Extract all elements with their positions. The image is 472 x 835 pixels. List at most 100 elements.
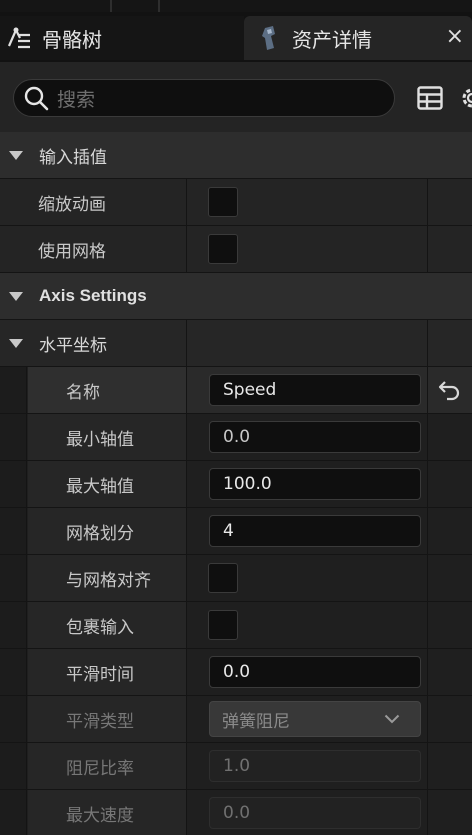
property-label: 名称 <box>66 382 100 403</box>
column-divider <box>186 414 187 460</box>
column-divider <box>427 602 428 648</box>
tab-label: 骨骼树 <box>42 27 102 52</box>
category-label: 水平坐标 <box>39 335 107 356</box>
property-row-name: 名称 Speed <box>0 367 472 414</box>
smooth-time-field[interactable]: 0.0 <box>209 656 421 688</box>
indent-gutter <box>0 696 27 742</box>
column-divider <box>186 367 187 413</box>
subcategory-horizontal[interactable]: 水平坐标 <box>0 320 472 367</box>
indent-gutter <box>0 461 27 507</box>
property-row-grid-div: 网格划分 4 <box>0 508 472 555</box>
damping-ratio-field: 1.0 <box>209 750 421 782</box>
column-divider <box>427 696 428 742</box>
reset-to-default-icon[interactable] <box>437 379 461 401</box>
column-divider <box>427 367 428 413</box>
column-divider <box>427 461 428 507</box>
tab-asset-details[interactable]: 资产详情 × <box>244 16 472 60</box>
tab-bar: 骨骼树 资产详情 × <box>0 12 472 62</box>
indent-gutter <box>0 508 27 554</box>
category-label: Axis Settings <box>39 286 147 305</box>
gear-icon[interactable] <box>458 84 472 112</box>
column-divider <box>186 461 187 507</box>
collapse-triangle-icon[interactable] <box>9 291 23 301</box>
indent-gutter <box>0 414 27 460</box>
property-label: 最小轴值 <box>66 429 134 450</box>
tab-label: 资产详情 <box>292 27 372 52</box>
property-row-snap-grid: 与网格对齐 <box>0 555 472 602</box>
column-divider <box>186 602 187 648</box>
indent-gutter <box>0 602 27 648</box>
indent-gutter <box>0 555 27 601</box>
property-label: 最大速度 <box>66 805 134 826</box>
indent-gutter <box>0 790 27 835</box>
snap-grid-checkbox[interactable] <box>208 563 238 593</box>
property-row-max-speed: 最大速度 0.0 <box>0 790 472 835</box>
table-view-icon[interactable] <box>417 86 443 110</box>
category-axis-settings[interactable]: Axis Settings <box>0 273 472 320</box>
column-divider <box>186 508 187 554</box>
max-axis-field[interactable]: 100.0 <box>209 468 421 500</box>
column-divider <box>186 696 187 742</box>
column-divider <box>186 790 187 835</box>
asset-details-icon <box>262 26 275 50</box>
column-divider <box>427 179 428 225</box>
category-label: 输入插值 <box>39 147 107 168</box>
collapse-triangle-icon[interactable] <box>9 338 23 348</box>
top-strip <box>0 0 472 12</box>
property-row-wrap-input: 包裹输入 <box>0 602 472 649</box>
property-label: 平滑时间 <box>66 664 134 685</box>
property-row-scale-anim: 缩放动画 <box>0 179 472 226</box>
property-row-max-axis: 最大轴值 100.0 <box>0 461 472 508</box>
column-divider <box>427 226 428 272</box>
property-row-damping-ratio: 阻尼比率 1.0 <box>0 743 472 790</box>
search-bar: 搜索 <box>0 62 472 132</box>
details-list: 输入插值 缩放动画 使用网格 Axis Settings 水平坐标 名称 Spe… <box>0 132 472 835</box>
max-speed-field: 0.0 <box>209 797 421 829</box>
property-label: 与网格对齐 <box>66 570 151 591</box>
property-label: 使用网格 <box>38 241 106 262</box>
property-row-smooth-type: 平滑类型 弹簧阻尼 <box>0 696 472 743</box>
property-row-min-axis: 最小轴值 0.0 <box>0 414 472 461</box>
property-label: 缩放动画 <box>38 194 106 215</box>
property-label: 最大轴值 <box>66 476 134 497</box>
collapse-triangle-icon[interactable] <box>9 150 23 160</box>
divider <box>110 0 112 12</box>
column-divider <box>427 320 428 366</box>
property-row-smooth-time: 平滑时间 0.0 <box>0 649 472 696</box>
indent-gutter <box>0 743 27 789</box>
label-cell <box>28 367 186 413</box>
property-row-use-grid: 使用网格 <box>0 226 472 273</box>
scale-anim-checkbox[interactable] <box>208 187 238 217</box>
wrap-input-checkbox[interactable] <box>208 610 238 640</box>
column-divider <box>186 226 187 272</box>
grid-div-field[interactable]: 4 <box>209 515 421 547</box>
column-divider <box>186 555 187 601</box>
search-icon <box>24 86 49 111</box>
column-divider <box>427 555 428 601</box>
column-divider <box>186 320 187 366</box>
column-divider <box>186 743 187 789</box>
min-axis-field[interactable]: 0.0 <box>209 421 421 453</box>
property-label: 网格划分 <box>66 523 134 544</box>
tab-skeleton-tree[interactable]: 骨骼树 <box>0 16 244 60</box>
column-divider <box>427 649 428 695</box>
smooth-type-dropdown[interactable]: 弹簧阻尼 <box>209 701 421 737</box>
search-placeholder: 搜索 <box>57 88 96 111</box>
category-input-interp[interactable]: 输入插值 <box>0 132 472 179</box>
indent-gutter <box>0 367 27 413</box>
chevron-down-icon <box>384 714 400 724</box>
use-grid-checkbox[interactable] <box>208 234 238 264</box>
column-divider <box>427 508 428 554</box>
dropdown-value: 弹簧阻尼 <box>222 711 290 732</box>
property-label: 平滑类型 <box>66 711 134 732</box>
column-divider <box>427 414 428 460</box>
column-divider <box>427 790 428 835</box>
property-label: 包裹输入 <box>66 617 134 638</box>
name-field[interactable]: Speed <box>209 374 421 406</box>
column-divider <box>427 743 428 789</box>
column-divider <box>186 649 187 695</box>
divider <box>158 0 160 12</box>
search-input[interactable]: 搜索 <box>13 79 395 117</box>
indent-gutter <box>0 649 27 695</box>
close-icon[interactable]: × <box>446 26 464 48</box>
